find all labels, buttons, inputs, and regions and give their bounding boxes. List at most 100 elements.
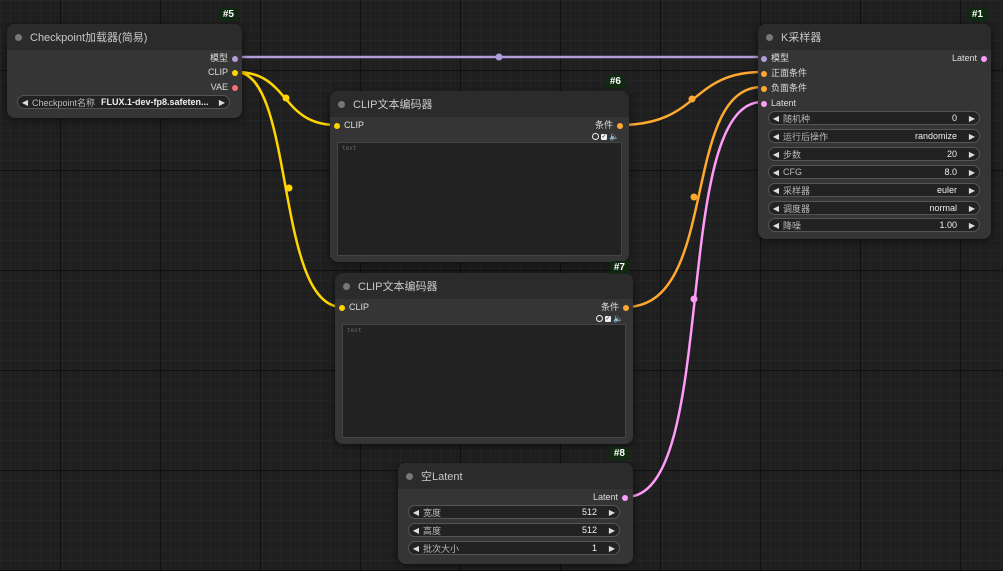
link-positive-to-ksampler	[619, 70, 763, 127]
link-clip-to-positive	[235, 70, 338, 127]
node-title-bar[interactable]: K采样器	[758, 24, 991, 50]
link-midpoint[interactable]	[688, 95, 696, 103]
node-id-badge: #6	[605, 75, 625, 88]
sampler-widget[interactable]: ◀ 采样器 euler ▶	[768, 183, 980, 197]
input-dot-icon[interactable]	[761, 55, 767, 62]
arrow-right-icon[interactable]: ▶	[605, 526, 619, 535]
denoise-widget[interactable]: ◀ 降噪 1.00 ▶	[768, 218, 980, 232]
prompt-textarea[interactable]: text	[337, 142, 622, 256]
control-after-generate-widget[interactable]: ◀ 运行后操作 randomize ▶	[768, 129, 980, 143]
output-dot-icon[interactable]	[981, 55, 987, 62]
arrow-left-icon[interactable]: ◀	[409, 544, 423, 553]
output-clip[interactable]: CLIP	[208, 66, 238, 78]
cfg-widget[interactable]: ◀ CFG 8.0 ▶	[768, 165, 980, 179]
arrow-right-icon[interactable]: ▶	[965, 168, 979, 177]
arrow-left-icon[interactable]: ◀	[409, 508, 423, 517]
node-toggle-icons[interactable]: ✓ 🔈	[592, 132, 619, 141]
arrow-left-icon[interactable]: ◀	[769, 132, 783, 141]
arrow-left-icon[interactable]: ◀	[769, 204, 783, 213]
output-conditioning[interactable]: 条件	[595, 119, 623, 131]
collapse-dot-icon[interactable]	[766, 33, 773, 41]
input-negative[interactable]: 负面条件	[761, 82, 807, 94]
width-widget[interactable]: ◀ 宽度 512 ▶	[408, 505, 620, 519]
input-dot-icon[interactable]	[334, 122, 340, 129]
node-checkpoint-loader[interactable]: #5 Checkpoint加载器(简易) 模型 CLIP VAE ◀ Check…	[7, 8, 242, 118]
output-model[interactable]: 模型	[210, 52, 238, 64]
arrow-left-icon[interactable]: ◀	[769, 150, 783, 159]
arrow-left-icon[interactable]: ◀	[769, 168, 783, 177]
collapse-dot-icon[interactable]	[338, 100, 345, 108]
arrow-right-icon[interactable]: ▶	[965, 221, 979, 230]
input-dot-icon[interactable]	[761, 70, 767, 77]
node-title-bar[interactable]: Checkpoint加载器(简易)	[7, 24, 242, 50]
arrow-left-icon[interactable]: ◀	[769, 221, 783, 230]
arrow-right-icon[interactable]: ▶	[965, 204, 979, 213]
collapse-dot-icon[interactable]	[15, 33, 22, 41]
output-dot-icon[interactable]	[232, 55, 238, 62]
checkbox-icon[interactable]: ✓	[601, 133, 608, 140]
link-latent-to-ksampler	[625, 100, 763, 499]
height-widget[interactable]: ◀ 高度 512 ▶	[408, 523, 620, 537]
link-midpoint[interactable]	[690, 193, 698, 201]
arrow-left-icon[interactable]: ◀	[409, 526, 423, 535]
arrow-right-icon[interactable]: ▶	[605, 544, 619, 553]
node-title-bar[interactable]: CLIP文本编码器	[335, 273, 633, 299]
arrow-left-icon[interactable]: ◀	[769, 186, 783, 195]
link-midpoint[interactable]	[690, 295, 698, 303]
output-dot-icon[interactable]	[623, 304, 629, 311]
output-dot-icon[interactable]	[232, 69, 238, 76]
node-id-badge: #5	[218, 8, 238, 21]
link-midpoint[interactable]	[285, 184, 293, 192]
link-midpoint[interactable]	[495, 53, 503, 61]
batch-size-widget[interactable]: ◀ 批次大小 1 ▶	[408, 541, 620, 555]
node-empty-latent[interactable]: #8 空Latent Latent ◀ 宽度 512 ▶ ◀ 高度 512 ▶ ◀ 批次大小 1…	[398, 447, 633, 564]
checkpoint-name-combo[interactable]: ◀ Checkpoint名称 FLUX.1-dev-fp8.safeten...…	[17, 95, 230, 109]
link-negative-to-ksampler	[625, 85, 763, 309]
arrow-left-icon[interactable]: ◀	[769, 114, 783, 123]
input-clip[interactable]: CLIP	[339, 301, 369, 313]
input-dot-icon[interactable]	[339, 304, 345, 311]
input-dot-icon[interactable]	[761, 100, 767, 107]
arrow-right-icon[interactable]: ▶	[605, 508, 619, 517]
input-latent[interactable]: Latent	[761, 97, 796, 109]
node-title: CLIP文本编码器	[353, 99, 433, 111]
circle-icon[interactable]	[596, 315, 604, 322]
node-title: K采样器	[781, 32, 822, 44]
output-dot-icon[interactable]	[622, 494, 628, 501]
arrow-right-icon[interactable]: ▶	[965, 114, 979, 123]
collapse-dot-icon[interactable]	[406, 472, 413, 480]
output-dot-icon[interactable]	[617, 122, 623, 129]
node-title-bar[interactable]: 空Latent	[398, 463, 633, 489]
circle-icon[interactable]	[592, 133, 600, 140]
input-clip[interactable]: CLIP	[334, 119, 364, 131]
arrow-right-icon[interactable]: ▶	[965, 132, 979, 141]
checkbox-icon[interactable]: ✓	[605, 315, 612, 322]
node-title-bar[interactable]: CLIP文本编码器	[330, 91, 629, 117]
arrow-left-icon[interactable]: ◀	[18, 98, 32, 107]
output-vae[interactable]: VAE	[211, 81, 238, 93]
output-latent[interactable]: Latent	[952, 52, 987, 64]
input-dot-icon[interactable]	[761, 85, 767, 92]
arrow-right-icon[interactable]: ▶	[215, 98, 229, 107]
node-clip-text-encode-positive[interactable]: #6 CLIP文本编码器 CLIP 条件 ✓ 🔈 text	[330, 75, 629, 262]
arrow-right-icon[interactable]: ▶	[965, 186, 979, 195]
speaker-icon[interactable]: 🔈	[613, 314, 623, 323]
output-conditioning[interactable]: 条件	[601, 301, 629, 313]
seed-widget[interactable]: ◀ 随机种 0 ▶	[768, 111, 980, 125]
output-latent[interactable]: Latent	[593, 491, 628, 503]
prompt-textarea[interactable]: text	[342, 324, 626, 438]
output-dot-icon[interactable]	[232, 84, 238, 91]
arrow-right-icon[interactable]: ▶	[965, 150, 979, 159]
node-ksampler[interactable]: #1 K采样器 模型 正面条件 负面条件 Latent Latent ◀ 随机种 0…	[758, 8, 991, 239]
scheduler-widget[interactable]: ◀ 调度器 normal ▶	[768, 201, 980, 215]
speaker-icon[interactable]: 🔈	[609, 132, 619, 141]
collapse-dot-icon[interactable]	[343, 282, 350, 290]
node-title: Checkpoint加载器(简易)	[30, 32, 148, 44]
input-positive[interactable]: 正面条件	[761, 67, 807, 79]
input-model[interactable]: 模型	[761, 52, 789, 64]
link-midpoint[interactable]	[282, 94, 290, 102]
node-toggle-icons[interactable]: ✓ 🔈	[596, 314, 623, 323]
steps-widget[interactable]: ◀ 步数 20 ▶	[768, 147, 980, 161]
node-id-badge: #7	[609, 261, 629, 274]
node-clip-text-encode-negative[interactable]: #7 CLIP文本编码器 CLIP 条件 ✓ 🔈 text	[335, 261, 633, 444]
